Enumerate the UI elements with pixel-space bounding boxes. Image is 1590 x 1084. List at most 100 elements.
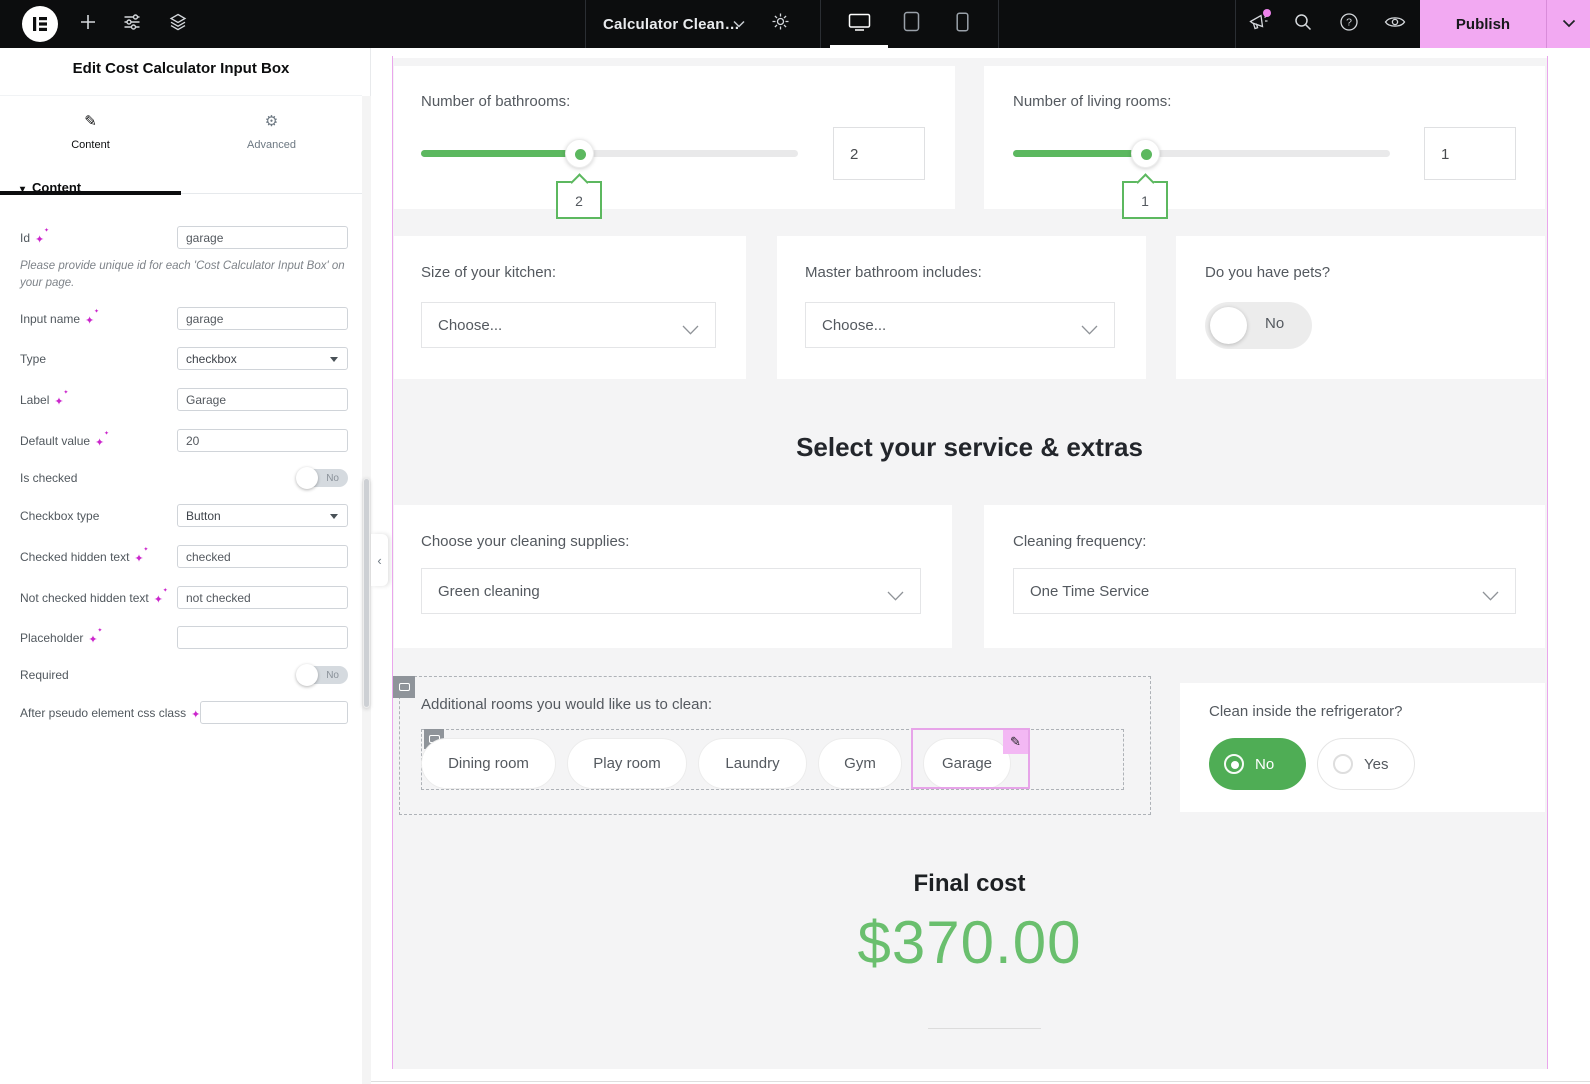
publish-options-button[interactable]	[1547, 0, 1590, 48]
column-handle-icon	[398, 683, 410, 691]
room-option-dining[interactable]: Dining room	[421, 738, 556, 789]
toggle-knob	[296, 664, 318, 686]
panel-collapse-button[interactable]: ‹	[371, 534, 388, 586]
bathrooms-label: Number of bathrooms:	[421, 93, 571, 110]
field-default-value-label: Default value ✦ ✦	[20, 431, 110, 449]
ai-sparkles-icon[interactable]: ✦✦	[134, 547, 148, 565]
field-checkbox-type-label: Checkbox type	[20, 509, 100, 523]
supplies-select[interactable]: Green cleaning	[421, 568, 921, 614]
site-settings-button[interactable]	[114, 0, 150, 48]
top-toolbar: Calculator Clean… ? Publish	[0, 0, 1590, 48]
preview-changes-button[interactable]	[1374, 0, 1416, 48]
content-section-header[interactable]: ▾ Content	[20, 180, 81, 195]
field-checkbox-type-select[interactable]: Button	[177, 504, 348, 527]
panel-scrollbar	[362, 96, 371, 1084]
additional-rooms-label: Additional rooms you would like us to cl…	[421, 696, 712, 713]
ai-sparkles-icon[interactable]: ✦✦	[154, 588, 168, 606]
radio-unselected-icon	[1333, 754, 1353, 774]
supplies-select-value: Green cleaning	[438, 583, 540, 600]
frequency-select[interactable]: One Time Service	[1013, 568, 1516, 614]
bathrooms-slider[interactable]	[421, 139, 798, 168]
caret-down-icon: ▾	[20, 184, 26, 195]
finder-search-button[interactable]	[1283, 0, 1323, 48]
elementor-editor: Calculator Clean… ? Publish Edit Cost Ca…	[0, 0, 1590, 1084]
field-checked-hidden-input[interactable]	[177, 545, 348, 568]
device-tablet-button[interactable]	[888, 0, 934, 48]
kitchen-select[interactable]: Choose...	[421, 302, 716, 348]
field-placeholder-input[interactable]	[177, 626, 348, 649]
pets-toggle-label: No	[1265, 315, 1285, 332]
section-outline-right	[1547, 56, 1548, 1069]
ai-sparkles-icon[interactable]: ✦✦	[35, 228, 49, 246]
content-section-label: Content	[32, 180, 82, 195]
add-element-button[interactable]	[70, 0, 106, 48]
ai-sparkles-icon[interactable]: ✦✦	[54, 390, 68, 408]
field-type-select[interactable]: checkbox	[177, 347, 348, 370]
master-bathroom-select[interactable]: Choose...	[805, 302, 1115, 348]
field-default-value-input[interactable]	[177, 429, 348, 452]
field-placeholder-label: Placeholder ✦ ✦	[20, 628, 103, 646]
publish-button[interactable]: Publish	[1420, 0, 1546, 48]
master-bathroom-label: Master bathroom includes:	[805, 264, 982, 281]
whats-new-button[interactable]	[1238, 0, 1278, 48]
field-is-checked-toggle[interactable]: No	[296, 467, 348, 489]
refrigerator-option-yes[interactable]: Yes	[1317, 738, 1415, 790]
ai-sparkles-icon[interactable]: ✦✦	[95, 431, 109, 449]
field-not-checked-hidden-input[interactable]	[177, 586, 348, 609]
toolbar-divider	[1235, 0, 1236, 48]
megaphone-icon	[1248, 9, 1271, 36]
ai-sparkles-icon[interactable]: ✦✦	[88, 628, 102, 646]
room-option-play[interactable]: Play room	[567, 738, 687, 789]
living-rooms-slider[interactable]	[1013, 139, 1390, 168]
tab-content-label: Content	[71, 139, 110, 151]
room-option-laundry[interactable]: Laundry	[698, 738, 807, 789]
living-rooms-value-box[interactable]: 1	[1424, 127, 1516, 180]
toolbar-divider	[585, 0, 586, 48]
field-label-input[interactable]	[177, 388, 348, 411]
bathrooms-slider-thumb[interactable]	[565, 139, 594, 168]
pets-toggle[interactable]: No	[1205, 302, 1312, 349]
ai-sparkles-icon[interactable]: ✦✦	[85, 309, 99, 327]
field-after-pseudo-input[interactable]	[200, 701, 348, 724]
tab-advanced[interactable]: ⚙ Advanced	[181, 96, 362, 194]
mobile-icon	[955, 11, 969, 37]
refrigerator-option-no[interactable]: No	[1209, 738, 1306, 790]
field-not-checked-hidden-label: Not checked hidden text ✦ ✦	[20, 588, 168, 606]
document-switcher-button[interactable]	[728, 0, 750, 48]
desktop-icon	[848, 12, 871, 37]
slider-thumb-dot	[1141, 149, 1152, 160]
final-cost-divider	[928, 1028, 1041, 1029]
living-rooms-label: Number of living rooms:	[1013, 93, 1172, 110]
field-id-input[interactable]	[177, 226, 348, 249]
plus-icon	[78, 12, 98, 37]
column-drag-handle[interactable]	[393, 676, 415, 698]
field-required-toggle[interactable]: No	[296, 664, 348, 686]
device-mobile-button[interactable]	[940, 0, 984, 48]
selected-widget-outline: ✎	[911, 728, 1030, 789]
living-rooms-slider-fill	[1013, 150, 1145, 157]
publish-label: Publish	[1455, 15, 1511, 33]
page-settings-button[interactable]	[765, 0, 795, 48]
search-icon	[1293, 12, 1313, 37]
structure-button[interactable]	[160, 0, 196, 48]
chevron-down-icon	[682, 322, 699, 340]
field-id-help-text: Please provide unique id for each 'Cost …	[20, 260, 345, 289]
living-rooms-slider-thumb[interactable]	[1131, 139, 1160, 168]
select-arrow-icon	[330, 357, 338, 362]
field-id-label: Id ✦ ✦	[20, 228, 50, 246]
help-button[interactable]: ?	[1329, 0, 1369, 48]
field-input-name-input[interactable]	[177, 307, 348, 330]
field-checked-hidden-label: Checked hidden text ✦ ✦	[20, 547, 149, 565]
sliders-icon	[122, 12, 142, 37]
elementor-menu-button[interactable]	[18, 0, 62, 48]
toggle-knob	[1210, 307, 1247, 344]
panel-scrollbar-thumb[interactable]	[363, 478, 370, 708]
slider-thumb-dot	[575, 149, 586, 160]
field-type-value: checkbox	[186, 352, 237, 366]
document-name[interactable]: Calculator Clean…	[603, 0, 740, 48]
edit-widget-button[interactable]: ✎	[1003, 730, 1028, 754]
living-rooms-slider-tooltip: 1	[1122, 181, 1168, 219]
device-desktop-button[interactable]	[830, 0, 888, 48]
room-option-gym[interactable]: Gym	[818, 738, 902, 789]
bathrooms-value-box[interactable]: 2	[833, 127, 925, 180]
